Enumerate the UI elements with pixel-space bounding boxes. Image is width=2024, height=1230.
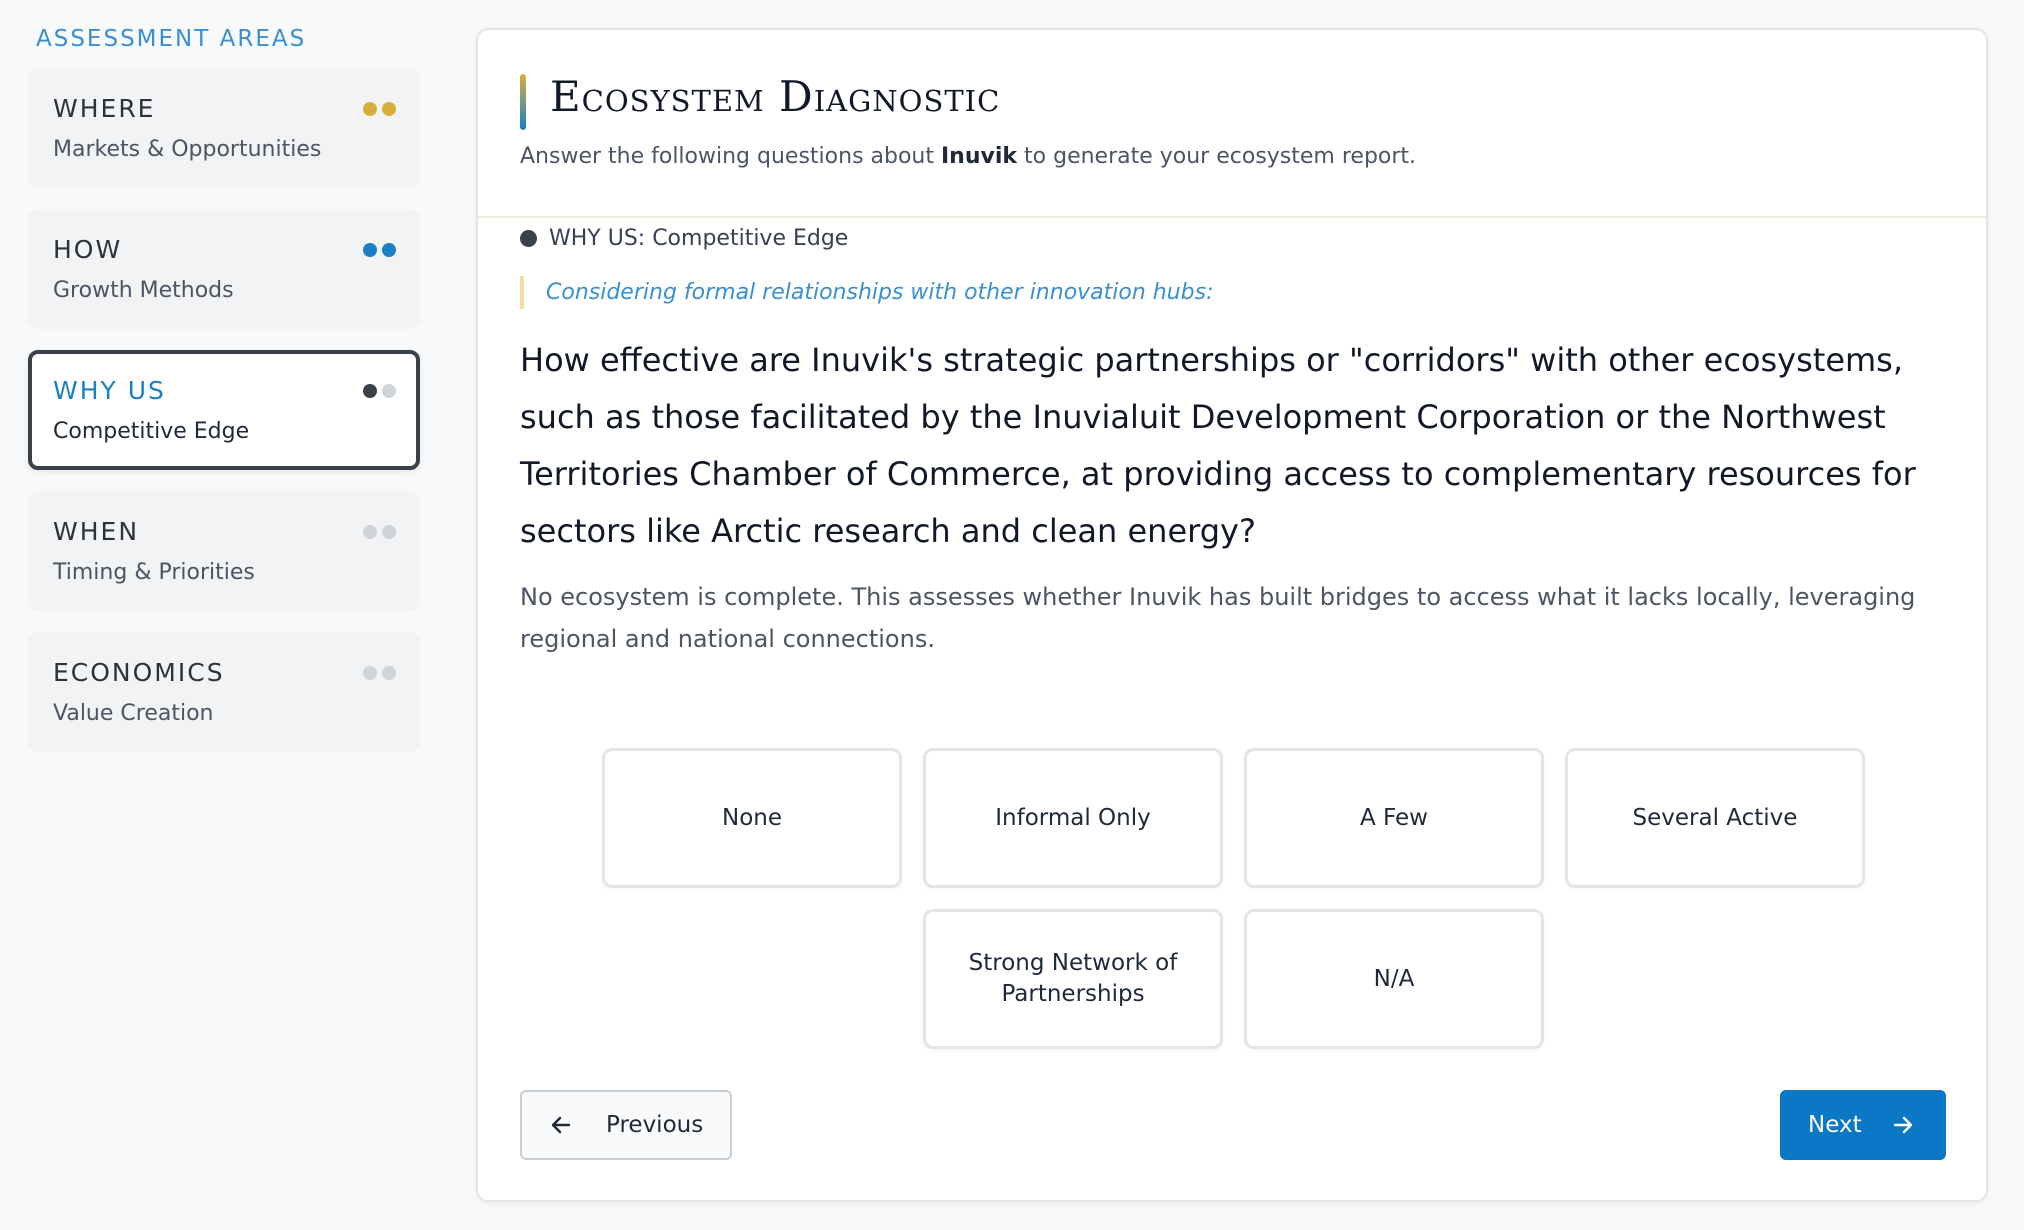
arrow-left-icon [550, 1114, 572, 1136]
progress-dot [382, 243, 396, 257]
progress-dots [363, 243, 396, 257]
previous-label: Previous [606, 1112, 704, 1138]
area-card-how[interactable]: HOW Growth Methods [28, 209, 420, 329]
section-indicator: WHY US: Competitive Edge [520, 226, 848, 251]
section-dot [520, 230, 537, 247]
progress-dot [363, 102, 377, 116]
progress-dot [363, 243, 377, 257]
progress-dots [363, 384, 396, 398]
question-text: How effective are Inuvik's strategic par… [520, 341, 1916, 550]
sidebar-title: ASSESSMENT AREAS [36, 26, 307, 52]
progress-dots [363, 102, 396, 116]
option-strong-network[interactable]: Strong Network of Partnerships [923, 909, 1223, 1049]
panel-header: Ecosystem Diagnostic Answer the followin… [478, 30, 1986, 218]
progress-dot [382, 384, 396, 398]
area-name: WHEN [53, 517, 140, 546]
entity-name: Inuvik [941, 144, 1018, 169]
option-a-few[interactable]: A Few [1244, 748, 1544, 888]
progress-dot [363, 666, 377, 680]
question-help-text: No ecosystem is complete. This assesses … [520, 583, 1916, 653]
progress-dot [382, 102, 396, 116]
diagnostic-panel: Ecosystem Diagnostic Answer the followin… [476, 28, 1988, 1202]
title-accent-bar [520, 74, 526, 130]
area-card-when[interactable]: WHEN Timing & Priorities [28, 491, 420, 611]
area-name: ECONOMICS [53, 658, 225, 687]
area-name: WHY US [53, 376, 166, 405]
progress-dot [382, 666, 396, 680]
progress-dot [382, 525, 396, 539]
previous-button[interactable]: Previous [520, 1090, 732, 1160]
subtitle-text: Answer the following questions about [520, 144, 941, 169]
next-label: Next [1808, 1112, 1862, 1138]
option-informal-only[interactable]: Informal Only [923, 748, 1223, 888]
progress-dots [363, 525, 396, 539]
section-label: WHY US: Competitive Edge [549, 226, 849, 251]
question-context: Considering formal relationships with ot… [520, 276, 1214, 309]
option-several-active[interactable]: Several Active [1565, 748, 1865, 888]
area-subtitle: Competitive Edge [53, 419, 250, 444]
option-na[interactable]: N/A [1244, 909, 1544, 1049]
progress-dot [363, 384, 377, 398]
page-title: Ecosystem Diagnostic [550, 72, 1001, 121]
area-card-why-us[interactable]: WHY US Competitive Edge [28, 350, 420, 470]
progress-dot [363, 525, 377, 539]
page-subtitle: Answer the following questions about Inu… [520, 144, 1416, 169]
area-name: HOW [53, 235, 123, 264]
arrow-right-icon [1892, 1114, 1914, 1136]
assessment-sidebar: ASSESSMENT AREAS WHERE Markets & Opportu… [28, 26, 422, 773]
option-none[interactable]: None [602, 748, 902, 888]
area-card-economics[interactable]: ECONOMICS Value Creation [28, 632, 420, 752]
area-card-where[interactable]: WHERE Markets & Opportunities [28, 68, 420, 188]
area-subtitle: Markets & Opportunities [53, 137, 322, 162]
subtitle-text: to generate your ecosystem report. [1017, 144, 1417, 169]
area-subtitle: Timing & Priorities [53, 560, 255, 585]
progress-dots [363, 666, 396, 680]
area-name: WHERE [53, 94, 156, 123]
area-subtitle: Growth Methods [53, 278, 234, 303]
next-button[interactable]: Next [1780, 1090, 1946, 1160]
area-subtitle: Value Creation [53, 701, 214, 726]
